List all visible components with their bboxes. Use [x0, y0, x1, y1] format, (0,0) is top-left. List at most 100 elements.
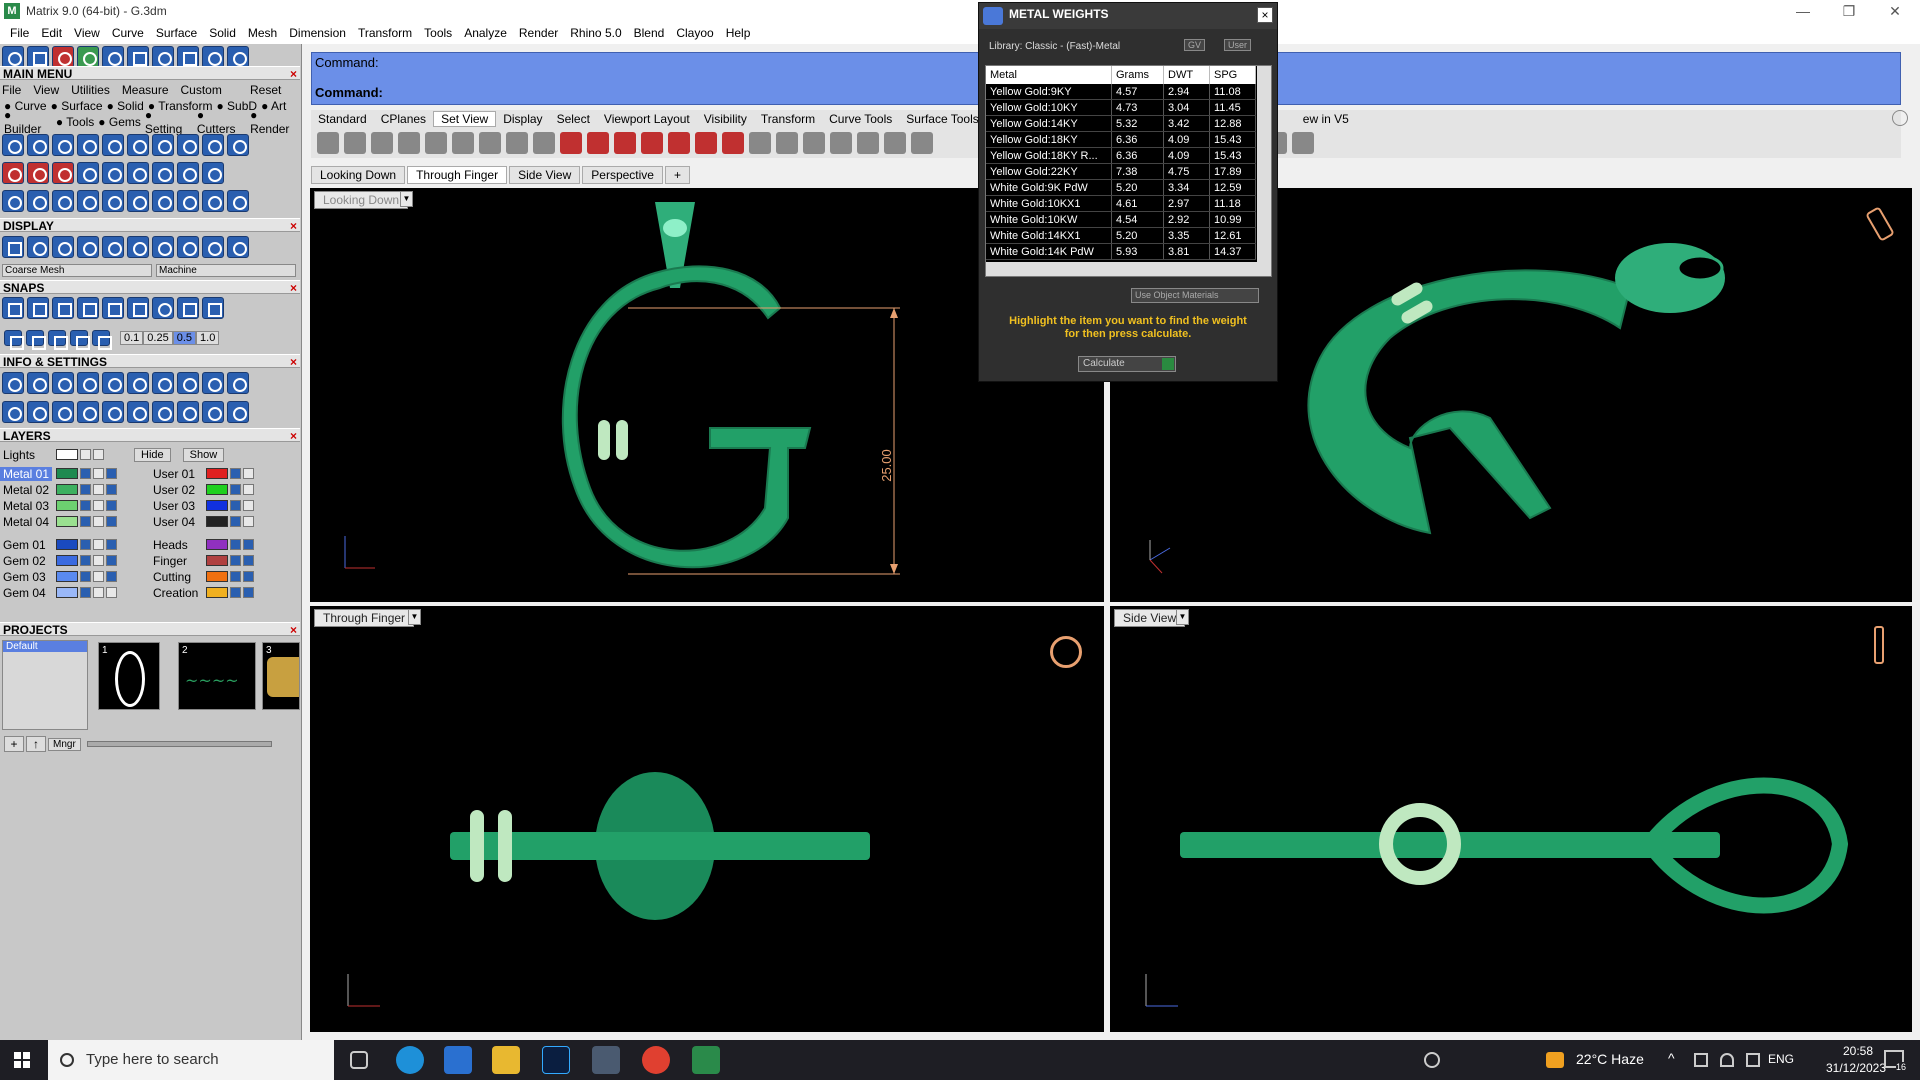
- layer-color-swatch[interactable]: [206, 587, 228, 598]
- table-row[interactable]: White Gold:10KX1 4.61 2.97 11.18: [986, 196, 1256, 212]
- layer-metal-01[interactable]: Metal 01: [0, 466, 117, 481]
- tool-icon[interactable]: [227, 401, 249, 423]
- layer-color-swatch[interactable]: [56, 571, 78, 582]
- layer-creation[interactable]: Creation: [150, 585, 254, 600]
- tool-icon[interactable]: [27, 236, 49, 258]
- zoom-extents-icon[interactable]: [398, 132, 420, 154]
- tool-icon[interactable]: [127, 190, 149, 212]
- printer-icon[interactable]: [803, 132, 825, 154]
- project-thumb-1[interactable]: 1: [98, 642, 160, 710]
- col-grams[interactable]: Grams: [1112, 66, 1164, 84]
- manager-button[interactable]: Mngr: [48, 737, 81, 751]
- tool-icon[interactable]: [77, 372, 99, 394]
- arrow-left-icon[interactable]: [202, 46, 224, 68]
- layer-toggle[interactable]: [243, 571, 254, 582]
- zoom-icon[interactable]: [371, 132, 393, 154]
- snap-icon[interactable]: [27, 297, 49, 319]
- arrow-right-icon[interactable]: [227, 46, 249, 68]
- tool-icon[interactable]: [52, 190, 74, 212]
- sparkle-icon[interactable]: [1292, 132, 1314, 154]
- tool-icon[interactable]: [27, 401, 49, 423]
- use-object-materials-select[interactable]: Use Object Materials: [1131, 288, 1259, 303]
- tool-icon[interactable]: [52, 372, 74, 394]
- col-spg[interactable]: SPG: [1210, 66, 1256, 84]
- sphere-icon[interactable]: [127, 236, 149, 258]
- car-view-icon[interactable]: [695, 132, 717, 154]
- sphere-icon[interactable]: [227, 236, 249, 258]
- tool-icon[interactable]: [152, 134, 174, 156]
- layer-toggle[interactable]: [230, 516, 241, 527]
- layer-color-swatch[interactable]: [206, 500, 228, 511]
- clock-time[interactable]: 20:58: [1830, 1044, 1886, 1058]
- snap-icon[interactable]: [102, 297, 124, 319]
- wifi-icon[interactable]: [1720, 1053, 1734, 1067]
- layer-toggle[interactable]: [80, 449, 91, 460]
- viewtab-perspective[interactable]: Perspective: [582, 166, 663, 184]
- light-icon[interactable]: [884, 132, 906, 154]
- layer-toggle[interactable]: [243, 484, 254, 495]
- menu-edit[interactable]: Edit: [35, 26, 68, 40]
- store-icon[interactable]: [444, 1046, 472, 1074]
- tool-icon[interactable]: [77, 162, 99, 184]
- layer-toggle[interactable]: [106, 516, 117, 527]
- close-icon[interactable]: ×: [290, 355, 297, 369]
- tool-icon[interactable]: [127, 134, 149, 156]
- layer-metal-02[interactable]: Metal 02: [0, 482, 117, 497]
- tool-icon[interactable]: [77, 46, 99, 68]
- tool-icon[interactable]: [152, 162, 174, 184]
- hide-button[interactable]: Hide: [134, 447, 171, 462]
- submenu-utilities[interactable]: Utilities: [65, 83, 116, 97]
- snap-icon[interactable]: [52, 297, 74, 319]
- matrix-taskbar-icon[interactable]: [692, 1046, 720, 1074]
- tool-icon[interactable]: [152, 46, 174, 68]
- cat-builder[interactable]: ● Builder: [0, 108, 52, 136]
- viewtab-through-finger[interactable]: Through Finger: [407, 166, 508, 184]
- close-icon[interactable]: ×: [290, 429, 297, 443]
- tool-icon[interactable]: [102, 162, 124, 184]
- close-icon[interactable]: ×: [290, 281, 297, 295]
- cat-cutters[interactable]: ● Cutters: [193, 108, 246, 136]
- people-icon[interactable]: [1424, 1052, 1440, 1068]
- cat-gems[interactable]: ● Gems: [94, 115, 141, 129]
- layer-gem-03[interactable]: Gem 03: [0, 569, 117, 584]
- user-toggle[interactable]: User: [1224, 39, 1252, 51]
- layer-color-swatch[interactable]: [56, 500, 78, 511]
- tool-icon[interactable]: [177, 190, 199, 212]
- layer-toggle[interactable]: [80, 468, 91, 479]
- cat-render[interactable]: ● Render: [246, 108, 300, 136]
- tool-icon[interactable]: [52, 134, 74, 156]
- tool-icon[interactable]: [77, 134, 99, 156]
- layer-toggle[interactable]: [230, 555, 241, 566]
- layer-color-swatch[interactable]: [56, 587, 78, 598]
- layer-toggle[interactable]: [93, 587, 104, 598]
- layer-color-swatch[interactable]: [56, 539, 78, 550]
- tool-icon[interactable]: [2, 190, 24, 212]
- chevron-up-icon[interactable]: ^: [1668, 1050, 1675, 1066]
- layer-toggle[interactable]: [230, 539, 241, 550]
- machine-select[interactable]: Machine: [156, 263, 296, 277]
- view-icon[interactable]: [560, 132, 582, 154]
- tool-icon[interactable]: [177, 134, 199, 156]
- table-row[interactable]: Yellow Gold:18KY R... 6.36 4.09 15.43: [986, 148, 1256, 164]
- layer-toggle[interactable]: [80, 484, 91, 495]
- minimize-button[interactable]: —: [1780, 0, 1826, 22]
- layer-user-04[interactable]: User 04: [150, 514, 254, 529]
- layer-toggle[interactable]: [80, 516, 91, 527]
- layer-toggle[interactable]: [93, 500, 104, 511]
- col-dwt[interactable]: DWT: [1164, 66, 1210, 84]
- zoom-icon[interactable]: [533, 132, 555, 154]
- layer-toggle[interactable]: [106, 468, 117, 479]
- tool-icon[interactable]: [227, 190, 249, 212]
- table-vscrollbar[interactable]: [1257, 66, 1271, 262]
- layer-toggle[interactable]: [80, 555, 91, 566]
- target-icon[interactable]: [911, 132, 933, 154]
- zoom-icon[interactable]: [452, 132, 474, 154]
- layer-gem-04[interactable]: Gem 04: [0, 585, 117, 600]
- command-prompt[interactable]: Command:: [315, 85, 383, 100]
- menu-analyze[interactable]: Analyze: [458, 26, 513, 40]
- layer-color-swatch[interactable]: [56, 484, 78, 495]
- sphere-icon[interactable]: [102, 236, 124, 258]
- layer-toggle[interactable]: [80, 500, 91, 511]
- calculate-button[interactable]: Calculate: [1078, 356, 1176, 372]
- table-row[interactable]: Yellow Gold:9KY 4.57 2.94 11.08: [986, 84, 1256, 100]
